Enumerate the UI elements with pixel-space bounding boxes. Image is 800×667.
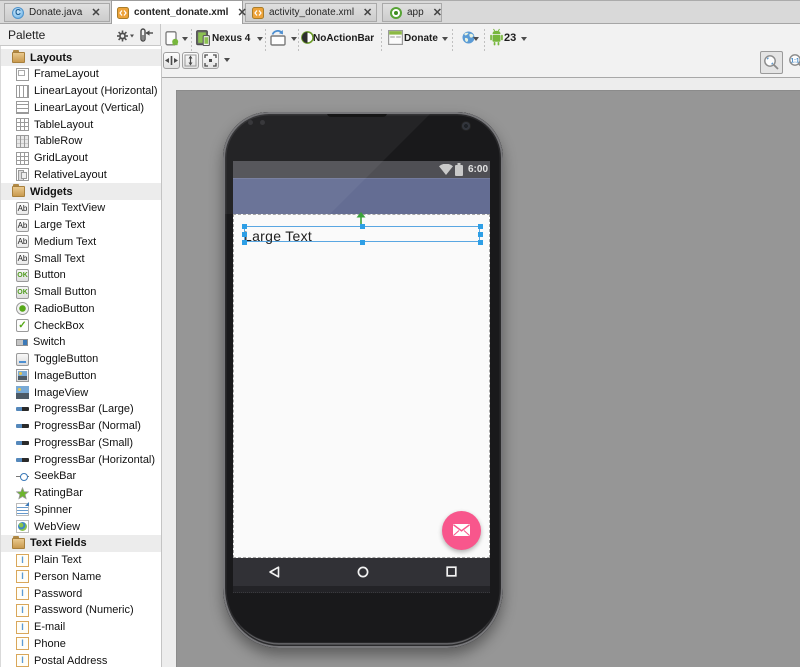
svg-text:1:1: 1:1 bbox=[791, 59, 800, 65]
